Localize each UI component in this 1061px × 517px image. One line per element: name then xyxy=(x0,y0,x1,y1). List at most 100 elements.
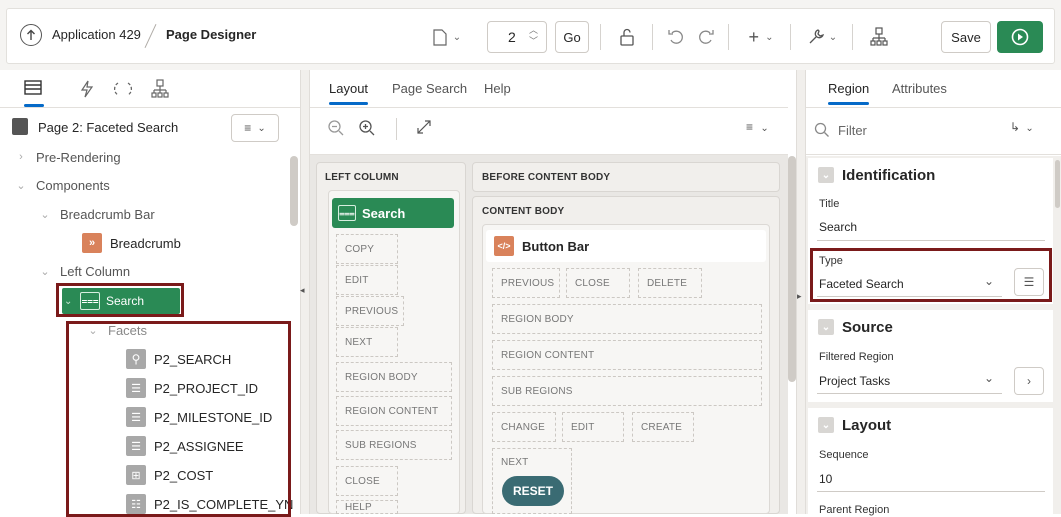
facet-item[interactable]: ☰ P2_ASSIGNEE xyxy=(126,433,244,459)
collapse-left-icon[interactable]: ◂ xyxy=(300,285,305,296)
search-icon xyxy=(814,122,829,137)
right-panel-scrollbar[interactable] xyxy=(1055,160,1060,208)
toolbar-divider xyxy=(790,24,791,50)
button-slot[interactable]: CLOSE xyxy=(566,268,630,298)
filter-input[interactable]: Filter xyxy=(814,116,994,144)
input-underline xyxy=(817,491,1045,492)
button-bar-header[interactable]: </> Button Bar xyxy=(486,230,766,262)
tab-page-search[interactable]: Page Search xyxy=(392,74,467,112)
button-slot[interactable]: CHANGE xyxy=(492,412,556,442)
tree-node-breadcrumb-bar[interactable]: ⌄ Breadcrumb Bar xyxy=(38,201,154,227)
chevron-down-icon: ⌄ xyxy=(760,123,769,134)
button-slot[interactable]: HELP xyxy=(336,500,398,514)
left-panel-scrollbar[interactable] xyxy=(290,156,298,226)
identification-header[interactable]: ⌄ Identification xyxy=(808,158,1053,192)
zoom-out-button[interactable] xyxy=(327,119,345,137)
tree-node-facets[interactable]: ⌄ Facets xyxy=(86,317,147,343)
sub-regions-slot[interactable]: SUB REGIONS xyxy=(492,376,762,406)
expand-icon xyxy=(417,120,431,134)
shared-components-button[interactable] xyxy=(863,21,895,53)
center-scrollbar[interactable] xyxy=(788,156,796,382)
go-to-region-button[interactable]: › xyxy=(1014,367,1044,395)
toolbar-divider xyxy=(728,24,729,50)
button-slot[interactable]: CREATE xyxy=(632,412,694,442)
go-button[interactable]: Go xyxy=(555,21,589,53)
search-region-header[interactable]: ⩶ Search xyxy=(332,198,454,228)
page-title: Page 2: Faceted Search xyxy=(38,120,179,135)
tree-node-components[interactable]: ⌄ Components xyxy=(14,172,109,198)
tab-region[interactable]: Region xyxy=(828,74,870,112)
tab-attributes[interactable]: Attributes xyxy=(892,74,947,112)
shared-components-icon xyxy=(151,79,169,98)
tab-help[interactable]: Help xyxy=(484,74,511,112)
page-number-input[interactable]: 2 ︿ ﹀ xyxy=(487,21,547,53)
facet-label: P2_IS_COMPLETE_YN xyxy=(154,496,294,512)
button-slot[interactable]: NEXT xyxy=(336,327,398,357)
zoom-in-icon xyxy=(359,120,375,136)
region-content-slot[interactable]: REGION CONTENT xyxy=(492,340,762,370)
facet-item[interactable]: ⊞ P2_COST xyxy=(126,462,213,488)
create-menu-button[interactable]: + ⌄ xyxy=(739,21,783,53)
dynamic-actions-tab[interactable] xyxy=(80,80,94,98)
facet-item[interactable]: ⚲ P2_SEARCH xyxy=(126,346,231,372)
facet-label: P2_COST xyxy=(154,467,214,483)
region-body-slot[interactable]: REGION BODY xyxy=(492,304,762,334)
run-page-button[interactable] xyxy=(997,21,1043,53)
zoom-out-icon xyxy=(328,120,344,136)
expand-button[interactable] xyxy=(416,119,432,135)
page-shared-components-tab[interactable] xyxy=(150,79,170,99)
processing-tab[interactable] xyxy=(114,80,132,98)
chevron-down-icon: ⌄ xyxy=(452,31,462,43)
facet-item[interactable]: ☷ P2_IS_COMPLETE_YN xyxy=(126,491,293,517)
facet-item[interactable]: ☰ P2_PROJECT_ID xyxy=(126,375,258,401)
chevron-down-icon: ⌄ xyxy=(984,274,995,288)
tab-layout[interactable]: Layout xyxy=(329,74,369,112)
page-number-value: 2 xyxy=(508,29,516,45)
redo-button[interactable] xyxy=(690,21,722,53)
button-slot[interactable]: PREVIOUS xyxy=(336,296,404,326)
tree-menu-button[interactable]: ≡ ⌄ xyxy=(231,114,279,142)
source-heading: Source xyxy=(842,318,893,336)
utilities-menu-button[interactable]: ⌄ xyxy=(800,21,844,53)
filtered-region-select[interactable]: Project Tasks xyxy=(819,374,890,388)
tree-node-search[interactable]: ⌄ ⩶ Search xyxy=(62,288,180,314)
input-underline xyxy=(817,240,1045,241)
button-bar-label: Button Bar xyxy=(522,238,590,254)
button-slot[interactable]: PREVIOUS xyxy=(492,268,560,298)
app-up-button[interactable] xyxy=(20,24,42,46)
facet-item[interactable]: ☰ P2_MILESTONE_ID xyxy=(126,404,272,430)
save-button[interactable]: Save xyxy=(941,21,991,53)
zoom-in-button[interactable] xyxy=(358,119,376,137)
layout-header[interactable]: ⌄ Layout xyxy=(808,408,1053,442)
source-header[interactable]: ⌄ Source xyxy=(808,310,1053,344)
layout-menu-button[interactable]: ≡ ⌄ xyxy=(746,120,769,134)
lock-page-button[interactable] xyxy=(611,21,643,53)
sub-regions-slot[interactable]: SUB REGIONS xyxy=(336,430,452,460)
type-list-button[interactable]: ☰ xyxy=(1014,268,1044,296)
go-to-group-icon: ↳ xyxy=(1010,120,1021,134)
breadcrumb-app[interactable]: Application 429 xyxy=(52,27,141,42)
tree-node-breadcrumb[interactable]: » Breadcrumb xyxy=(82,230,181,256)
tree-node-left-column[interactable]: ⌄ Left Column xyxy=(38,258,130,284)
unlock-icon xyxy=(620,28,634,46)
button-slot[interactable]: EDIT xyxy=(562,412,624,442)
button-slot[interactable]: CLOSE xyxy=(336,466,398,496)
region-body-slot[interactable]: REGION BODY xyxy=(336,362,452,392)
go-to-group-button[interactable]: ↳ ⌄ xyxy=(1010,120,1034,134)
checkbox-facet-icon: ☰ xyxy=(126,436,146,456)
rendering-tab[interactable] xyxy=(24,78,44,108)
button-slot[interactable]: EDIT xyxy=(336,265,398,295)
reset-button[interactable]: RESET xyxy=(502,476,564,506)
undo-button[interactable] xyxy=(660,21,692,53)
title-input[interactable]: Search xyxy=(819,220,857,234)
breadcrumb-icon: » xyxy=(82,233,102,253)
collapse-right-icon[interactable]: ▸ xyxy=(797,291,802,302)
page-type-menu-button[interactable]: ⌄ xyxy=(425,22,469,52)
button-slot[interactable]: DELETE xyxy=(638,268,702,298)
region-content-slot[interactable]: REGION CONTENT xyxy=(336,396,452,426)
sequence-input[interactable]: 10 xyxy=(819,472,832,486)
button-slot[interactable]: COPY xyxy=(336,234,398,264)
tree-node-pre-rendering[interactable]: › Pre-Rendering xyxy=(14,144,120,170)
input-underline xyxy=(817,296,1002,297)
type-select[interactable]: Faceted Search xyxy=(819,277,904,291)
